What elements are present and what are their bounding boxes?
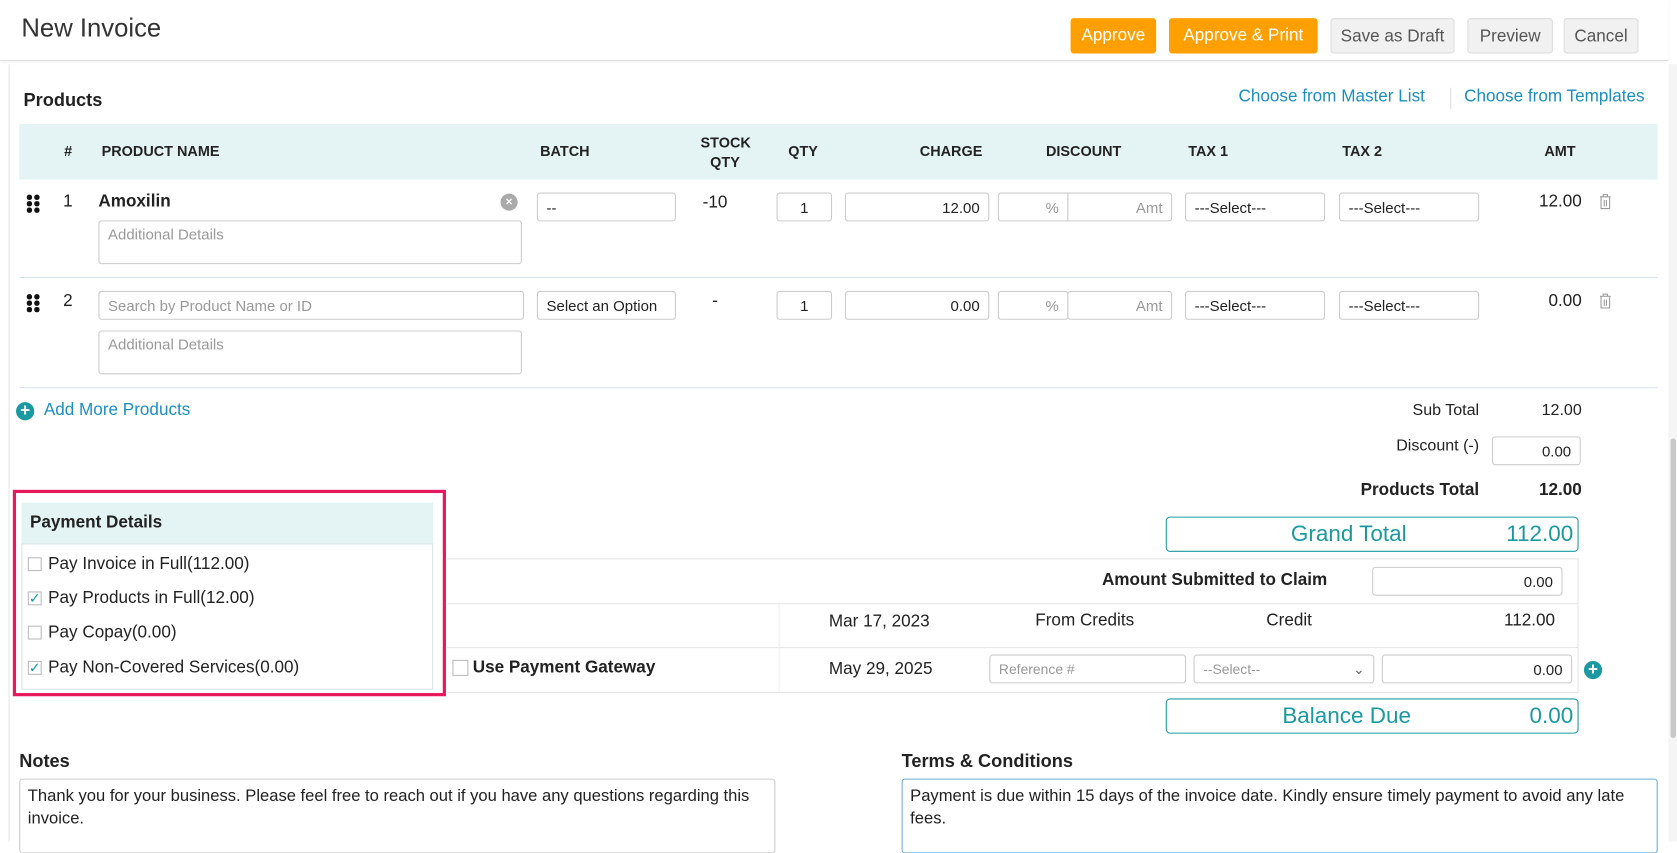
col-tax2: TAX 2 bbox=[1342, 143, 1383, 160]
drag-handle-icon[interactable] bbox=[26, 194, 42, 213]
choose-master-list-link[interactable]: Choose from Master List bbox=[1238, 88, 1424, 107]
tax1-select[interactable]: ---Select--- bbox=[1185, 290, 1326, 320]
additional-details-textarea[interactable]: Additional Details bbox=[98, 330, 522, 375]
option-label: Pay Copay(0.00) bbox=[48, 623, 177, 642]
discount-amount-input[interactable]: Amt bbox=[1067, 192, 1173, 222]
page-title: New Invoice bbox=[21, 13, 162, 43]
checkbox-checked[interactable]: ✓ bbox=[27, 591, 42, 605]
row-amount: 0.00 bbox=[1548, 291, 1582, 311]
col-amt: AMT bbox=[1544, 143, 1576, 160]
option-label: Pay Non-Covered Services(0.00) bbox=[48, 658, 300, 677]
product-name: Amoxilin bbox=[98, 192, 171, 211]
grand-total-value: 112.00 bbox=[1506, 521, 1574, 547]
row-number: 1 bbox=[63, 192, 73, 211]
scrollbar[interactable] bbox=[1668, 64, 1677, 842]
charge-input[interactable]: 12.00 bbox=[844, 192, 990, 222]
col-qty: QTY bbox=[788, 143, 818, 160]
balance-due-box: Balance Due 0.00 bbox=[1165, 698, 1579, 734]
option-label: Pay Invoice in Full(112.00) bbox=[48, 555, 250, 574]
payment-gateway-label: Use Payment Gateway bbox=[472, 658, 656, 677]
reference-input[interactable]: Reference # bbox=[989, 654, 1187, 684]
discount-amount-input[interactable]: Amt bbox=[1067, 290, 1173, 320]
credit-source: From Credits bbox=[1035, 611, 1135, 630]
claim-amount-input[interactable]: 0.00 bbox=[1372, 566, 1563, 596]
products-total-value: 12.00 bbox=[1538, 481, 1582, 500]
col-stock: STOCK bbox=[700, 134, 751, 151]
batch-select[interactable]: Select an Option bbox=[536, 290, 676, 320]
row-divider bbox=[19, 387, 1658, 389]
link-divider bbox=[1450, 87, 1452, 110]
checkbox[interactable] bbox=[27, 625, 42, 640]
balance-due-label: Balance Due bbox=[1282, 703, 1411, 729]
divider bbox=[447, 603, 1579, 605]
subtotal-value: 12.00 bbox=[1541, 401, 1582, 420]
qty-input[interactable]: 1 bbox=[776, 290, 833, 320]
trash-icon[interactable] bbox=[1599, 194, 1612, 210]
credit-method: Credit bbox=[1266, 611, 1312, 630]
option-label: Pay Products in Full(12.00) bbox=[48, 589, 255, 608]
chevron-down-icon: ⌄ bbox=[1353, 660, 1365, 677]
add-payment-plus-icon[interactable]: + bbox=[1583, 660, 1603, 680]
discount-percent-input[interactable]: % bbox=[997, 290, 1069, 320]
add-more-products-link[interactable]: Add More Products bbox=[44, 401, 190, 420]
table-header bbox=[19, 124, 1658, 180]
claim-label: Amount Submitted to Claim bbox=[1101, 571, 1328, 590]
terms-label: Terms & Conditions bbox=[901, 750, 1073, 772]
products-total-label: Products Total bbox=[1360, 481, 1480, 500]
col-tax1: TAX 1 bbox=[1188, 143, 1229, 160]
additional-details-textarea[interactable]: Additional Details bbox=[98, 220, 522, 265]
qty-input[interactable]: 1 bbox=[776, 192, 833, 222]
tax2-select[interactable]: ---Select--- bbox=[1339, 290, 1480, 320]
payment-gateway-checkbox[interactable] bbox=[452, 659, 469, 676]
clear-product-icon[interactable]: × bbox=[500, 193, 518, 211]
row-amount: 12.00 bbox=[1538, 192, 1582, 211]
credit-amount: 112.00 bbox=[1503, 611, 1556, 630]
preview-button[interactable]: Preview bbox=[1467, 18, 1553, 54]
col-stock-qty: QTY bbox=[710, 154, 740, 171]
batch-input[interactable]: -- bbox=[536, 192, 676, 222]
payment-method-select[interactable]: --Select-- ⌄ bbox=[1193, 654, 1375, 684]
total-discount-input[interactable]: 0.00 bbox=[1491, 436, 1581, 466]
subtotal-label: Sub Total bbox=[1412, 401, 1480, 420]
stock-qty: -10 bbox=[702, 193, 728, 212]
col-num: # bbox=[64, 143, 73, 160]
notes-label: Notes bbox=[19, 750, 70, 772]
product-search-input[interactable]: Search by Product Name or ID bbox=[98, 290, 525, 320]
save-draft-button[interactable]: Save as Draft bbox=[1330, 18, 1455, 54]
add-more-plus-icon[interactable]: + bbox=[16, 402, 35, 421]
stock-qty: - bbox=[712, 291, 718, 311]
left-border bbox=[8, 64, 10, 842]
payment-date[interactable]: May 29, 2025 bbox=[829, 660, 933, 679]
products-heading: Products bbox=[23, 89, 103, 111]
scrollbar-thumb[interactable] bbox=[1670, 438, 1676, 738]
row-number: 2 bbox=[63, 291, 73, 311]
col-discount: DISCOUNT bbox=[1045, 143, 1122, 160]
checkbox-checked[interactable]: ✓ bbox=[27, 661, 42, 675]
tax2-select[interactable]: ---Select--- bbox=[1339, 192, 1480, 222]
grand-total-box: Grand Total 112.00 bbox=[1165, 516, 1579, 552]
trash-icon[interactable] bbox=[1599, 293, 1612, 309]
col-product-name: PRODUCT NAME bbox=[101, 143, 220, 160]
payment-details-title: Payment Details bbox=[29, 513, 163, 532]
col-charge: CHARGE bbox=[919, 143, 983, 160]
approve-button[interactable]: Approve bbox=[1070, 18, 1157, 54]
credit-date: Mar 17, 2023 bbox=[828, 612, 930, 632]
grand-total-label: Grand Total bbox=[1290, 521, 1407, 547]
divider bbox=[447, 647, 1579, 649]
charge-input[interactable]: 0.00 bbox=[844, 290, 990, 320]
checkbox[interactable] bbox=[27, 557, 42, 572]
payment-amount-input[interactable]: 0.00 bbox=[1381, 654, 1573, 684]
approve-print-button[interactable]: Approve & Print bbox=[1168, 18, 1318, 54]
divider bbox=[778, 604, 780, 692]
cancel-button[interactable]: Cancel bbox=[1563, 18, 1639, 54]
discount-label: Discount (-) bbox=[1396, 436, 1480, 455]
select-value: --Select-- bbox=[1203, 660, 1261, 677]
discount-percent-input[interactable]: % bbox=[997, 192, 1069, 222]
drag-handle-icon[interactable] bbox=[26, 294, 42, 312]
choose-templates-link[interactable]: Choose from Templates bbox=[1464, 88, 1644, 107]
tax1-select[interactable]: ---Select--- bbox=[1185, 192, 1326, 222]
col-batch: BATCH bbox=[540, 143, 590, 160]
row-divider bbox=[19, 277, 1658, 279]
balance-due-value: 0.00 bbox=[1529, 703, 1574, 729]
